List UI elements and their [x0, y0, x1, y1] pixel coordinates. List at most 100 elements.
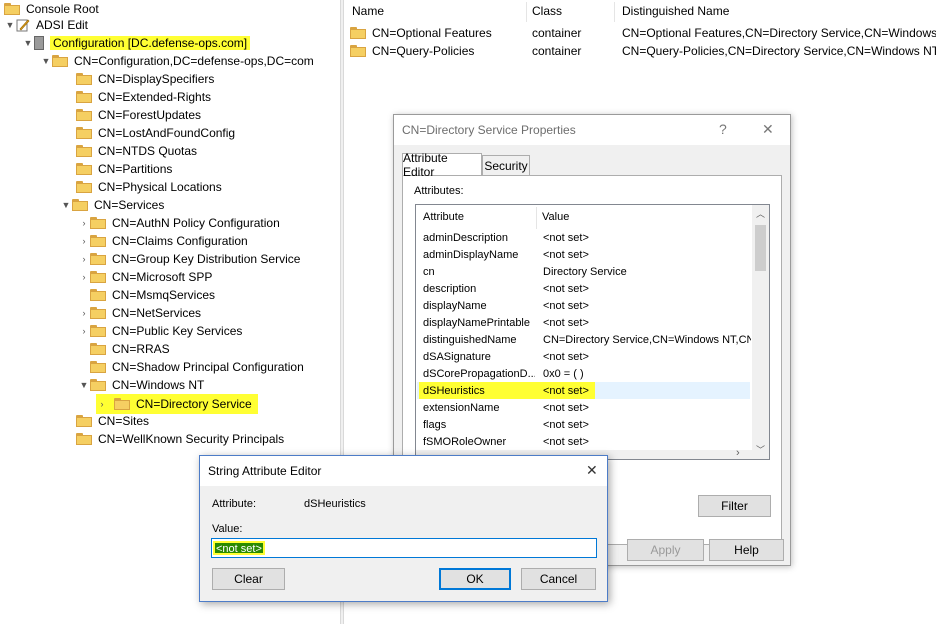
- tree-node-label: CN=DisplaySpecifiers: [98, 72, 215, 86]
- value-label: Value:: [212, 523, 243, 535]
- value-input[interactable]: <not set>: [211, 538, 597, 558]
- tree-node-label: Configuration [DC.defense-ops.com]: [50, 36, 251, 50]
- attribute-row[interactable]: adminDisplayName <not set>: [417, 246, 750, 263]
- attribute-value: <not set>: [543, 299, 589, 312]
- ok-button[interactable]: OK: [439, 568, 511, 590]
- dialog-title: String Attribute Editor: [208, 464, 322, 478]
- chevron-right-icon[interactable]: ›: [78, 253, 90, 265]
- tree-node[interactable]: CN=MsmqServices: [90, 286, 215, 304]
- list-item[interactable]: CN=Optional Features container CN=Option…: [350, 24, 936, 42]
- tree-node[interactable]: › CN=Microsoft SPP: [78, 268, 213, 286]
- cancel-button[interactable]: Cancel: [521, 568, 596, 590]
- attribute-row[interactable]: cn Directory Service: [417, 263, 750, 280]
- chevron-right-icon[interactable]: ›: [96, 398, 108, 410]
- tree-node[interactable]: CN=RRAS: [90, 340, 170, 358]
- column-header-name[interactable]: Name: [352, 4, 384, 20]
- chevron-down-icon[interactable]: ▼: [4, 19, 16, 31]
- chevron-right-icon[interactable]: ›: [78, 307, 90, 319]
- close-icon[interactable]: ✕: [586, 462, 598, 479]
- chevron-right-icon[interactable]: ›: [78, 235, 90, 247]
- tab-security[interactable]: Security: [482, 155, 530, 175]
- folder-icon: [76, 73, 92, 85]
- attribute-row[interactable]: displayNamePrintable <not set>: [417, 314, 750, 331]
- close-icon[interactable]: ✕: [762, 121, 774, 138]
- chevron-down-icon[interactable]: ▼: [22, 37, 34, 49]
- tree-node[interactable]: › CN=AuthN Policy Configuration: [78, 214, 280, 232]
- tree-node[interactable]: CN=Sites: [76, 412, 149, 430]
- tree-node[interactable]: CN=Extended-Rights: [76, 88, 211, 106]
- tree-node-label: CN=NTDS Quotas: [98, 144, 198, 158]
- attribute-name: extensionName: [423, 401, 500, 414]
- folder-icon: [76, 415, 92, 427]
- column-header-attribute[interactable]: Attribute: [423, 211, 464, 223]
- attribute-row[interactable]: distinguishedName CN=Directory Service,CN…: [417, 331, 751, 348]
- chevron-right-icon[interactable]: ›: [78, 217, 90, 229]
- tree-node[interactable]: CN=Physical Locations: [76, 178, 222, 196]
- scrollbar-thumb[interactable]: [755, 225, 766, 271]
- tree-node[interactable]: CN=DisplaySpecifiers: [76, 70, 214, 88]
- tree-node[interactable]: › CN=Public Key Services: [78, 322, 243, 340]
- filter-button[interactable]: Filter: [698, 495, 771, 517]
- scroll-right-icon[interactable]: ›: [736, 447, 740, 459]
- tree-node-cn-configuration[interactable]: ▼ CN=Configuration,DC=defense-ops,DC=com: [40, 52, 314, 70]
- attribute-row-selected[interactable]: dSHeuristics <not set>: [417, 382, 750, 399]
- list-item[interactable]: CN=Query-Policies container CN=Query-Pol…: [350, 42, 936, 60]
- attribute-row[interactable]: flags <not set>: [417, 416, 750, 433]
- column-header-dn[interactable]: Distinguished Name: [622, 4, 729, 20]
- attribute-value: Directory Service: [543, 265, 627, 278]
- attribute-value: 0x0 = ( ): [543, 367, 584, 380]
- help-button[interactable]: Help: [709, 539, 784, 561]
- column-header-value[interactable]: Value: [542, 211, 569, 223]
- tree-node-directory-service[interactable]: › CN=Directory Service: [96, 394, 258, 414]
- chevron-down-icon[interactable]: ▼: [78, 379, 90, 391]
- column-divider[interactable]: [526, 2, 527, 22]
- scroll-up-icon[interactable]: ︿: [756, 207, 765, 220]
- tree-node[interactable]: CN=NTDS Quotas: [76, 142, 197, 160]
- tree-node-windows-nt[interactable]: ▼ CN=Windows NT: [78, 376, 205, 394]
- folder-icon: [350, 45, 366, 57]
- clear-button[interactable]: Clear: [212, 568, 285, 590]
- tree-node-configuration[interactable]: ▼ Configuration [DC.defense-ops.com]: [22, 34, 251, 52]
- tree-node[interactable]: CN=Partitions: [76, 160, 172, 178]
- attributes-list[interactable]: Attribute Value adminDescription <not set…: [415, 204, 770, 460]
- chevron-right-icon[interactable]: ›: [78, 271, 90, 283]
- tree-node[interactable]: CN=LostAndFoundConfig: [76, 124, 235, 142]
- column-divider[interactable]: [614, 2, 615, 22]
- apply-button[interactable]: Apply: [627, 539, 704, 561]
- attribute-row[interactable]: displayName <not set>: [417, 297, 750, 314]
- attribute-value: CN=Directory Service,CN=Windows NT,CN=: [543, 333, 751, 346]
- attribute-row[interactable]: extensionName <not set>: [417, 399, 750, 416]
- tree-node-label: CN=RRAS: [112, 342, 170, 356]
- attribute-value: <not set>: [543, 384, 589, 397]
- chevron-down-icon[interactable]: ▼: [60, 199, 72, 211]
- attribute-value: <not set>: [543, 435, 589, 448]
- column-header-class[interactable]: Class: [532, 4, 562, 20]
- vertical-scrollbar[interactable]: ︿ ﹀: [752, 205, 769, 459]
- attribute-row[interactable]: dSCorePropagationD... 0x0 = ( ): [417, 365, 750, 382]
- chevron-down-icon[interactable]: ▼: [40, 55, 52, 67]
- tree-node-adsi-edit[interactable]: ▼ ADSI Edit: [4, 16, 89, 34]
- list-item-class: container: [532, 44, 582, 58]
- tree-node-services[interactable]: ▼ CN=Services: [60, 196, 165, 214]
- tree-node[interactable]: CN=Shadow Principal Configuration: [90, 358, 304, 376]
- list-item-dn: CN=Query-Policies,CN=Directory Service,C…: [622, 44, 936, 58]
- tree-node[interactable]: › CN=Group Key Distribution Service: [78, 250, 301, 268]
- attribute-value: <not set>: [543, 248, 589, 261]
- column-divider[interactable]: [536, 207, 537, 229]
- attribute-row[interactable]: dSASignature <not set>: [417, 348, 750, 365]
- tree-node[interactable]: › CN=Claims Configuration: [78, 232, 248, 250]
- scroll-down-icon[interactable]: ﹀: [756, 443, 765, 456]
- chevron-right-icon[interactable]: ›: [78, 325, 90, 337]
- tree-node-label: CN=Public Key Services: [112, 324, 243, 338]
- tab-attribute-editor[interactable]: Attribute Editor: [402, 151, 482, 179]
- attribute-row[interactable]: fSMORoleOwner <not set>: [417, 433, 750, 450]
- attribute-row[interactable]: adminDescription <not set>: [417, 229, 750, 246]
- tree-node[interactable]: CN=WellKnown Security Principals: [76, 430, 284, 448]
- attribute-row[interactable]: description <not set>: [417, 280, 750, 297]
- folder-icon: [90, 217, 106, 229]
- help-icon[interactable]: ?: [719, 121, 727, 137]
- attribute-name: adminDisplayName: [423, 248, 519, 261]
- folder-icon: [76, 91, 92, 103]
- tree-node[interactable]: › CN=NetServices: [78, 304, 202, 322]
- tree-node[interactable]: CN=ForestUpdates: [76, 106, 201, 124]
